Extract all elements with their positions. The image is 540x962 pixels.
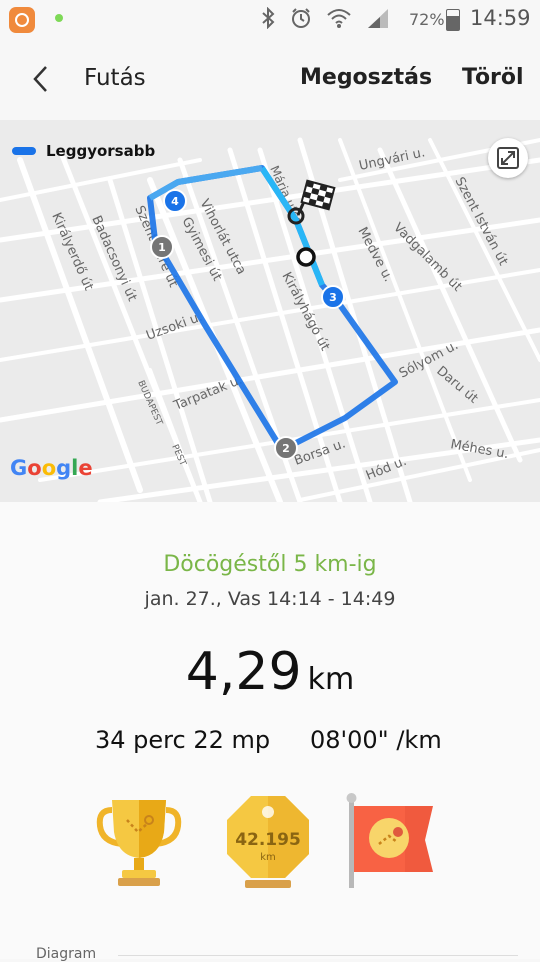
battery-percent: 72% <box>409 10 445 29</box>
google-letter: g <box>56 456 72 480</box>
marker-label: 4 <box>171 195 179 208</box>
marathon-distance-icon: 42.195 km <box>227 796 309 888</box>
workout-date: jan. 27., Vas 14:14 - 14:49 <box>144 588 396 610</box>
notification-dot <box>55 14 63 22</box>
legend-swatch <box>12 147 36 155</box>
route-map[interactable]: Ungvári u. Szent István út Vadgalamb út … <box>0 120 540 502</box>
route-marker-4: 4 <box>163 189 187 213</box>
pace: 08'00" /km <box>310 726 442 754</box>
diagram-section-label: Diagram <box>36 946 97 962</box>
marker-label: 1 <box>158 241 166 254</box>
trophy-badge[interactable] <box>94 792 184 892</box>
route-marker-3: 3 <box>321 285 345 309</box>
app-bar: Futás Megosztás Töröl <box>0 38 540 120</box>
google-letter: o <box>27 456 42 480</box>
route-marker-1: 1 <box>150 235 174 259</box>
route-flag-badge[interactable] <box>345 792 435 892</box>
street-label: PEST <box>169 443 187 468</box>
badge-value: 42.195 <box>235 830 301 850</box>
page-title: Futás <box>84 65 146 91</box>
flag-icon <box>346 793 433 888</box>
legend-label: Leggyorsabb <box>46 142 156 160</box>
status-bar: 72% 14:59 <box>0 0 540 38</box>
route-marker-2: 2 <box>274 436 298 460</box>
map-canvas[interactable]: Ungvári u. Szent István út Vadgalamb út … <box>0 120 540 502</box>
street-label: Méhes u. <box>449 437 509 462</box>
google-letter: G <box>10 456 28 480</box>
marker-label: 2 <box>282 442 290 455</box>
bluetooth-icon <box>262 7 275 29</box>
signal-icon <box>368 9 388 28</box>
badge-unit: km <box>260 852 276 863</box>
distance: 4,29 km <box>0 642 540 702</box>
alarm-icon <box>292 8 310 28</box>
marker-label: 3 <box>329 291 337 304</box>
expand-map-button[interactable] <box>488 138 528 178</box>
duration: 34 perc 22 mp <box>95 726 271 754</box>
achievement-badges: 42.195 km <box>0 792 540 892</box>
back-arrow-icon <box>33 66 47 92</box>
battery-icon <box>446 9 460 31</box>
distance-value: 4,29 <box>185 642 302 702</box>
divider <box>118 955 518 956</box>
share-button[interactable]: Megosztás <box>300 65 432 90</box>
start-point-icon <box>296 247 316 267</box>
workout-name: Döcögéstől 5 km-ig <box>163 552 377 577</box>
trophy-icon <box>96 800 182 886</box>
workout-summary: Döcögéstől 5 km-ig jan. 27., Vas 14:14 -… <box>0 502 540 962</box>
street-label: Szent István út <box>451 175 510 268</box>
google-letter: e <box>78 456 93 480</box>
delete-button[interactable]: Töröl <box>462 65 524 90</box>
app-notification-icon <box>9 7 35 33</box>
marathon-badge[interactable]: 42.195 km <box>223 792 313 892</box>
status-icons <box>260 7 390 29</box>
google-logo: Google <box>10 456 93 480</box>
distance-unit: km <box>307 662 355 697</box>
fullscreen-icon <box>497 147 519 169</box>
map-legend: Leggyorsabb <box>12 142 155 160</box>
back-button[interactable] <box>26 62 56 96</box>
wifi-icon <box>327 9 351 28</box>
status-time: 14:59 <box>470 6 531 30</box>
google-letter: o <box>41 456 57 480</box>
